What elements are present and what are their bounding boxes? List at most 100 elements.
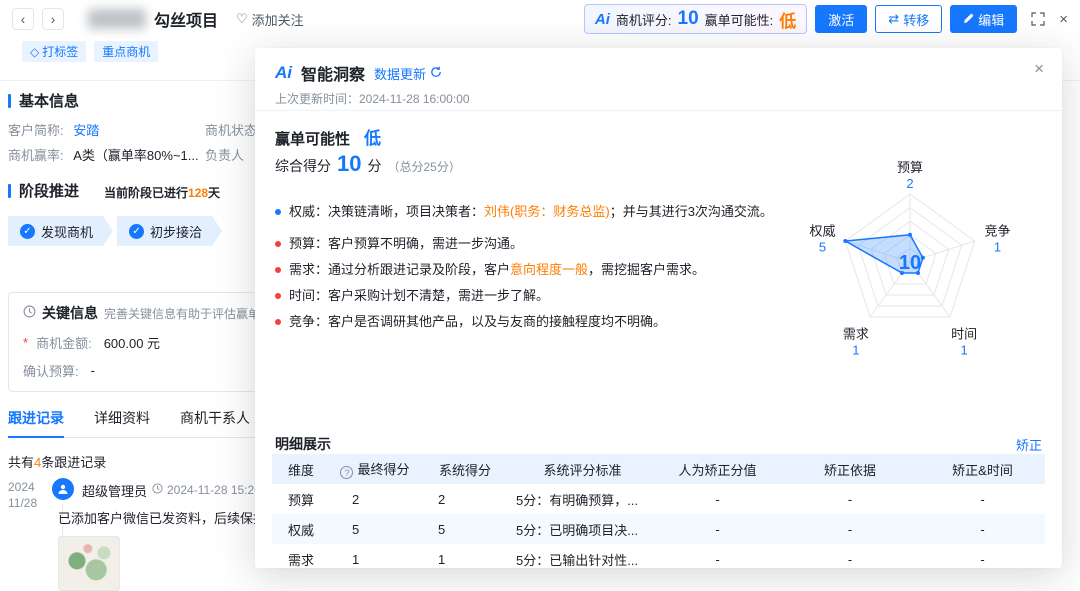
tab-follow-records[interactable]: 跟进记录 xyxy=(8,408,64,428)
stage-step[interactable]: ✓ 初步接洽 xyxy=(117,216,222,246)
forward-button[interactable]: › xyxy=(42,8,64,30)
edit-button[interactable]: 编辑 xyxy=(950,5,1017,33)
column-header: 维度 xyxy=(272,454,330,484)
column-header: 系统评分标准 xyxy=(510,454,655,484)
radar-svg: 10预算2竞争1时间1需求1权威5 xyxy=(780,140,1040,375)
table-cell: - xyxy=(920,544,1045,568)
budget-field: 确认预算: - xyxy=(23,361,95,380)
budget-value: - xyxy=(91,363,95,378)
composite-score-row: 综合得分 10 分 （总分25分） xyxy=(275,151,461,177)
score-label: 综合得分 xyxy=(275,156,331,176)
table-cell: - xyxy=(655,484,780,514)
insight-item: 时间：客户采购计划不清楚，需进一步了解。 xyxy=(275,288,823,304)
status-label: 商机状态 xyxy=(205,120,257,139)
check-icon: ✓ xyxy=(129,224,144,239)
composite-score-value: 10 xyxy=(337,151,361,177)
add-tag-button[interactable]: ◇打标签 xyxy=(22,41,86,62)
insight-text: 需求：通过分析跟进记录及阶段，客户意向程度一般，需挖掘客户需求。 xyxy=(289,262,705,278)
attachment-image[interactable] xyxy=(58,536,120,591)
bullet-dot-icon xyxy=(275,319,281,325)
check-icon: ✓ xyxy=(20,224,35,239)
last-update-time: 上次更新时间：2024-11-28 16:00:00 xyxy=(275,90,470,107)
radar-chart: 10预算2竞争1时间1需求1权威5 xyxy=(780,140,1040,375)
activate-button[interactable]: 激活 xyxy=(815,5,867,33)
customer-link[interactable]: 安踏 xyxy=(73,123,99,138)
avatar xyxy=(52,478,74,500)
table-cell: - xyxy=(655,544,780,568)
table-cell: 2 xyxy=(330,484,420,514)
win-possibility-row: 赢单可能性 低 xyxy=(275,124,381,149)
data-refresh-link[interactable]: 数据更新 xyxy=(374,64,442,83)
correct-link[interactable]: 矫正 xyxy=(1016,435,1042,454)
tab-stakeholders[interactable]: 商机干系人 1 xyxy=(180,408,262,428)
score-table: 维度?最终得分系统得分系统评分标准人为矫正分值矫正依据矫正&时间 预算225分：… xyxy=(272,454,1045,568)
tag-row: ◇打标签 重点商机 xyxy=(22,41,158,62)
records-count: 共有4条跟进记录 xyxy=(8,452,106,471)
transfer-button[interactable]: ⇄转移 xyxy=(875,5,942,33)
topbar: ‹ › 勾丝项目 ♡ 添加关注 Ai 商机评分: 10 赢单可能性: 低 激活 … xyxy=(0,0,1080,38)
table-row: 需求115分：已输出针对性...--- xyxy=(272,544,1045,568)
winrate-label: 商机赢率: xyxy=(8,148,64,163)
close-page-icon[interactable]: × xyxy=(1059,11,1068,28)
bullet-dot-icon xyxy=(275,267,281,273)
stage-step-label: 初步接洽 xyxy=(150,222,202,241)
amount-value: 600.00 元 xyxy=(104,333,160,352)
edit-icon xyxy=(963,12,974,27)
record-day: 11/28 xyxy=(8,496,37,510)
insight-text: 竞争：客户是否调研其他产品，以及与友商的接触程度均不明确。 xyxy=(289,314,666,330)
add-follow-button[interactable]: ♡ 添加关注 xyxy=(236,10,304,29)
stage-header: 阶段推进 xyxy=(8,180,79,201)
table-row: 权威555分：已明确项目决...--- xyxy=(272,514,1045,544)
stage-step[interactable]: ✓发现商机 xyxy=(8,216,113,246)
customer-label: 客户简称: xyxy=(8,123,64,138)
modal-close-icon[interactable]: × xyxy=(1034,60,1044,77)
table-header-row: 维度?最终得分系统得分系统评分标准人为矫正分值矫正依据矫正&时间 xyxy=(272,454,1045,484)
winrate-value: A类（赢单率80%~1... xyxy=(73,148,198,163)
time-clock-icon xyxy=(152,483,163,497)
insight-text: 时间：客户采购计划不清楚，需进一步了解。 xyxy=(289,288,549,304)
insight-list: 权威：决策链清晰，项目决策者：刘伟(职务：财务总监)；并与其进行3次沟通交流。预… xyxy=(275,204,823,340)
table-cell: 5 xyxy=(330,514,420,544)
ai-insight-modal: Ai 智能洞察 数据更新 × 上次更新时间：2024-11-28 16:00:0… xyxy=(255,48,1062,568)
svg-text:5: 5 xyxy=(819,240,826,255)
insight-text: 预算：客户预算不明确，需进一步沟通。 xyxy=(289,236,523,252)
table-cell: 5 xyxy=(420,514,510,544)
clock-icon xyxy=(23,305,36,321)
bullet-dot-icon xyxy=(275,209,281,215)
table-cell: 5分：有明确预算，... xyxy=(510,484,655,514)
table-cell: 1 xyxy=(330,544,420,568)
owner-label: 负责人 xyxy=(205,145,244,164)
back-button[interactable]: ‹ xyxy=(12,8,34,30)
fullscreen-icon[interactable] xyxy=(1031,12,1045,26)
tab-details[interactable]: 详细资料 xyxy=(94,408,150,428)
score-unit: 分 xyxy=(367,156,381,176)
table-cell: 需求 xyxy=(272,544,330,568)
key-opportunity-tag[interactable]: 重点商机 xyxy=(94,41,158,62)
win-possibility-value: 低 xyxy=(779,7,796,32)
modal-ai-logo: Ai xyxy=(275,63,292,83)
stage-steps: ✓发现商机✓初步接洽 xyxy=(8,216,222,246)
modal-header: Ai 智能洞察 数据更新 xyxy=(275,61,442,85)
svg-text:2: 2 xyxy=(906,176,913,191)
column-header: 系统得分 xyxy=(420,454,510,484)
svg-text:权威: 权威 xyxy=(809,224,835,239)
insight-item: 需求：通过分析跟进记录及阶段，客户意向程度一般，需挖掘客户需求。 xyxy=(275,262,823,278)
column-header: 矫正依据 xyxy=(780,454,920,484)
table-cell: 1 xyxy=(420,544,510,568)
table-cell: - xyxy=(655,514,780,544)
win-possibility-label: 赢单可能性: xyxy=(705,10,774,29)
amount-field: * 商机金额: 600.00 元 xyxy=(23,333,160,352)
record-time: 2024-11-28 15:26 xyxy=(152,483,261,497)
ai-score-box: Ai 商机评分: 10 赢单可能性: 低 xyxy=(584,4,807,34)
detail-title: 明细展示 xyxy=(275,434,331,454)
required-mark: * xyxy=(23,335,28,350)
svg-text:10: 10 xyxy=(899,252,921,274)
detail-header: 明细展示 矫正 xyxy=(275,434,1042,454)
help-icon: ? xyxy=(340,466,353,479)
insight-item: 竞争：客户是否调研其他产品，以及与友商的接触程度均不明确。 xyxy=(275,314,823,330)
table-cell: 5分：已明确项目决... xyxy=(510,514,655,544)
stage-title: 阶段推进 xyxy=(19,180,79,201)
svg-text:竞争: 竞争 xyxy=(984,224,1010,239)
budget-label: 确认预算: xyxy=(23,361,79,380)
bullet-dot-icon xyxy=(275,293,281,299)
